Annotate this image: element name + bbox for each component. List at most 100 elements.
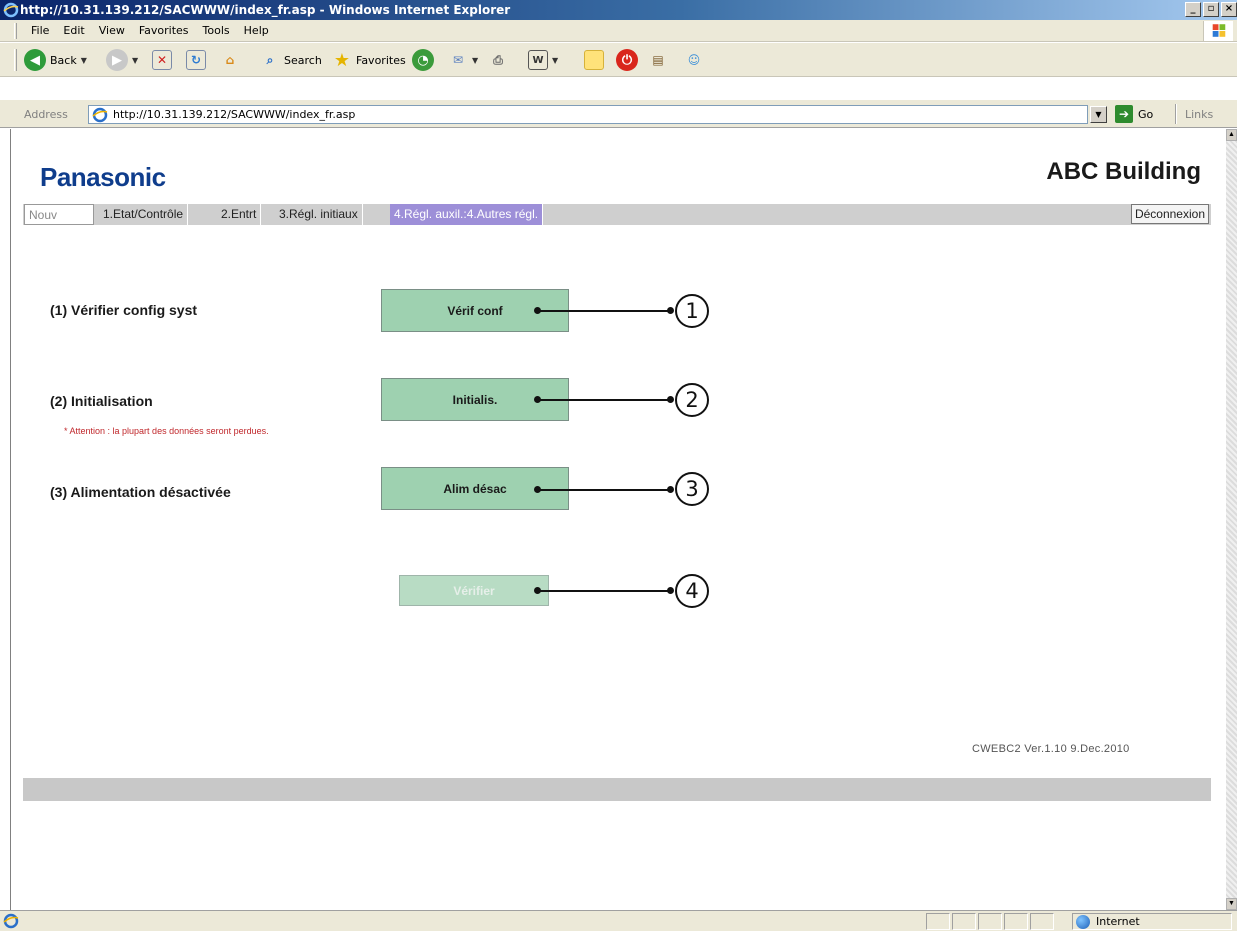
edit-dropdown-icon[interactable]: ▼ xyxy=(552,56,558,65)
mail-dropdown-icon[interactable]: ▼ xyxy=(472,56,478,65)
data-loss-warning: * Attention : la plupart des données ser… xyxy=(64,426,269,436)
menu-help[interactable]: Help xyxy=(237,24,276,37)
version-info: CWEBC2 Ver.1.10 9.Dec.2010 xyxy=(972,743,1130,755)
callout-line-2 xyxy=(537,399,670,401)
back-button[interactable]: ◀ Back ▼ xyxy=(24,48,87,72)
home-button[interactable]: ⌂ xyxy=(220,48,240,72)
power-icon: ⏻ xyxy=(616,49,638,71)
history-button[interactable]: ◔ xyxy=(412,48,434,72)
research-icon: ▤ xyxy=(652,53,664,67)
power-button[interactable]: ⏻ xyxy=(616,48,638,72)
callout-number-3: 3 xyxy=(675,472,709,506)
globe-icon xyxy=(1076,914,1090,929)
refresh-icon: ↻ xyxy=(186,50,206,70)
verify-button[interactable]: Vérifier xyxy=(399,575,549,606)
back-arrow-icon: ◀ xyxy=(24,49,46,71)
go-arrow-icon: ➔ xyxy=(1115,105,1133,123)
check-config-label: (1) Vérifier config syst xyxy=(50,302,198,318)
refresh-button[interactable]: ↻ xyxy=(186,48,206,72)
search-icon: ⌕ xyxy=(266,52,274,67)
print-button[interactable]: ⎙ xyxy=(488,48,508,72)
callout-dot-1 xyxy=(534,307,541,314)
research-button[interactable]: ▤ xyxy=(648,48,668,72)
menu-favorites[interactable]: Favorites xyxy=(132,24,196,37)
status-pane-3 xyxy=(978,913,1002,930)
internet-explorer-icon xyxy=(3,2,19,18)
callout-line-3 xyxy=(537,489,670,491)
discuss-button[interactable] xyxy=(584,48,604,72)
forward-button[interactable]: ▶ ▼ xyxy=(106,48,138,72)
scroll-up-icon[interactable]: ▲ xyxy=(1226,129,1237,141)
messenger-icon: ☺ xyxy=(687,53,701,67)
callout-dot-4-end xyxy=(667,587,674,594)
mail-icon: ✉ xyxy=(452,53,464,67)
minimize-button[interactable]: _ xyxy=(1185,2,1201,17)
footer-bar xyxy=(23,778,1211,801)
callout-dot-2 xyxy=(534,396,541,403)
power-off-label: (3) Alimentation désactivée xyxy=(50,484,231,500)
status-bar: Internet xyxy=(0,910,1237,931)
callout-number-2: 2 xyxy=(675,383,709,417)
menu-edit[interactable]: Edit xyxy=(56,24,91,37)
callout-dot-4 xyxy=(534,587,541,594)
forward-dropdown-icon[interactable]: ▼ xyxy=(132,56,138,65)
status-pane-1 xyxy=(926,913,950,930)
window-title: http://10.31.139.212/SACWWW/index_fr.asp… xyxy=(20,3,511,17)
callout-line-1 xyxy=(537,310,670,312)
maximize-button[interactable]: ▫ xyxy=(1203,2,1219,17)
mail-button[interactable]: ✉ ▼ xyxy=(448,48,478,72)
status-pane-2 xyxy=(952,913,976,930)
address-bar: Address http://10.31.139.212/SACWWW/inde… xyxy=(0,100,1237,128)
links-separator xyxy=(1175,104,1177,124)
home-icon: ⌂ xyxy=(225,53,235,67)
logout-button[interactable]: Déconnexion xyxy=(1130,204,1209,224)
go-button[interactable]: ➔ Go xyxy=(1115,104,1153,124)
menu-file[interactable]: File xyxy=(24,24,56,37)
callout-dot-3-end xyxy=(667,486,674,493)
nav-maintenance[interactable]: 2.Entrt xyxy=(217,204,262,225)
callout-dot-1-end xyxy=(667,307,674,314)
close-button[interactable]: × xyxy=(1221,2,1237,17)
menu-bar: File Edit View Favorites Tools Help xyxy=(0,20,1237,42)
go-label: Go xyxy=(1138,107,1154,121)
site-title: ABC Building xyxy=(1046,158,1201,185)
search-label: Search xyxy=(284,53,322,67)
print-icon: ⎙ xyxy=(493,52,503,67)
note-icon xyxy=(584,50,604,70)
security-zone: Internet xyxy=(1072,913,1232,930)
menu-tools[interactable]: Tools xyxy=(196,24,237,37)
callout-line-4 xyxy=(537,590,670,592)
vertical-scrollbar[interactable]: ▲ ▼ xyxy=(1226,129,1237,910)
back-dropdown-icon[interactable]: ▼ xyxy=(81,56,87,65)
search-button[interactable]: ⌕ Search xyxy=(260,48,322,72)
messenger-button[interactable]: ☺ xyxy=(684,48,704,72)
address-input[interactable]: http://10.31.139.212/SACWWW/index_fr.asp xyxy=(88,105,1088,124)
address-dropdown-icon[interactable]: ▼ xyxy=(1090,106,1107,123)
address-url: http://10.31.139.212/SACWWW/index_fr.asp xyxy=(113,108,356,121)
back-label: Back xyxy=(50,53,77,67)
zone-label: Internet xyxy=(1096,915,1140,928)
initialisation-label: (2) Initialisation xyxy=(50,393,153,409)
navigation-bar: Nouv 1.Etat/Contrôle 2.Entrt 3.Régl. ini… xyxy=(23,204,1211,225)
nav-status-control[interactable]: 1.Etat/Contrôle xyxy=(99,204,189,225)
nav-other-settings[interactable]: 4.Régl. auxil.:4.Autres régl. xyxy=(390,204,544,225)
nav-new[interactable]: Nouv xyxy=(24,204,94,225)
address-label: Address xyxy=(24,108,68,121)
callout-number-1: 1 xyxy=(675,294,709,328)
favorites-label: Favorites xyxy=(356,53,406,67)
links-button[interactable]: Links xyxy=(1185,108,1213,121)
callout-dot-3 xyxy=(534,486,541,493)
menu-view[interactable]: View xyxy=(92,24,132,37)
nav-initial-settings[interactable]: 3.Régl. initiaux xyxy=(275,204,363,225)
scroll-down-icon[interactable]: ▼ xyxy=(1226,898,1237,910)
favorites-button[interactable]: ★ Favorites xyxy=(332,48,406,72)
status-pane-4 xyxy=(1004,913,1028,930)
toolbar-grip xyxy=(14,49,17,71)
stop-icon: ✕ xyxy=(152,50,172,70)
history-icon: ◔ xyxy=(412,49,434,71)
status-pane-5 xyxy=(1030,913,1054,930)
stop-button[interactable]: ✕ xyxy=(152,48,172,72)
panasonic-logo: Panasonic xyxy=(40,162,166,192)
favorites-star-icon: ★ xyxy=(333,49,351,71)
edit-button[interactable]: W ▼ xyxy=(528,48,558,72)
